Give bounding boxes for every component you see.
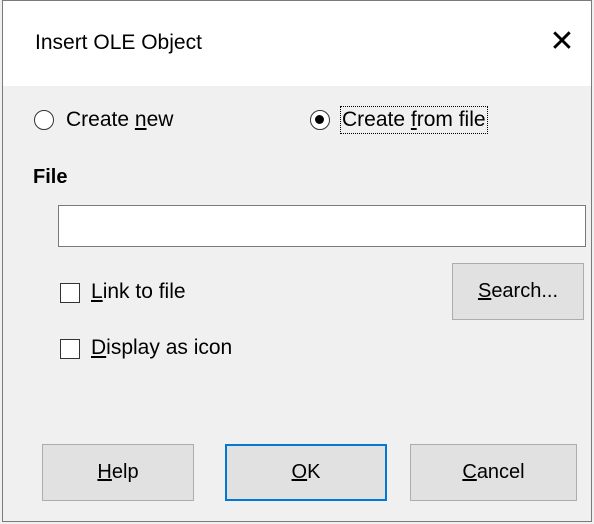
file-path-input[interactable]: [58, 205, 586, 247]
search-button[interactable]: Search...: [452, 263, 584, 320]
create-from-file-label[interactable]: Create from file: [340, 106, 488, 134]
ok-button-label: OK: [291, 461, 321, 483]
link-to-file-box[interactable]: [60, 283, 80, 303]
cancel-button[interactable]: Cancel: [410, 444, 577, 501]
help-button-label: Help: [97, 461, 139, 483]
create-new-radio-circle[interactable]: [34, 110, 54, 130]
display-as-icon-label[interactable]: Display as icon: [91, 336, 232, 360]
create-new-label[interactable]: Create new: [66, 108, 173, 132]
link-to-file-label[interactable]: Link to file: [91, 280, 186, 304]
help-button[interactable]: Help: [42, 444, 194, 501]
close-button[interactable]: ✕: [533, 13, 591, 71]
display-as-icon-box[interactable]: [60, 339, 80, 359]
close-icon: ✕: [549, 25, 575, 58]
file-heading: File: [33, 166, 68, 188]
search-button-label: Search...: [477, 280, 559, 302]
cancel-button-label: Cancel: [462, 461, 525, 483]
ok-button[interactable]: OK: [225, 444, 387, 501]
dialog-title: Insert OLE Object: [35, 31, 202, 54]
dialog-titlebar: Insert OLE Object ✕: [3, 0, 591, 86]
create-from-file-radio-circle[interactable]: [310, 110, 330, 130]
insert-ole-object-dialog: Insert OLE Object ✕ Create new Create fr…: [2, 0, 592, 522]
